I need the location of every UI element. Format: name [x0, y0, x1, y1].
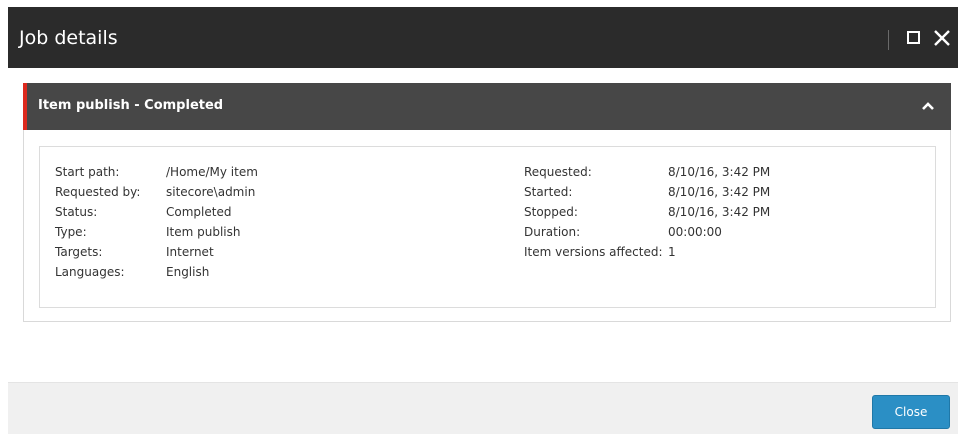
detail-label: Stopped: [524, 205, 578, 219]
detail-value: Internet [166, 245, 214, 259]
detail-label: Started: [524, 185, 573, 199]
dialog-titlebar: Job details [8, 7, 958, 68]
panel-header[interactable]: Item publish - Completed [23, 83, 951, 130]
maximize-icon[interactable] [907, 31, 920, 44]
detail-value: 8/10/16, 3:42 PM [668, 185, 771, 199]
detail-value: English [166, 265, 210, 279]
detail-label: Languages: [55, 265, 125, 279]
detail-value: Completed [166, 205, 232, 219]
detail-value: 1 [668, 245, 676, 259]
job-info-box: Start path: /Home/My item Requested by: … [39, 146, 936, 308]
detail-value: sitecore\admin [166, 185, 256, 199]
close-icon[interactable] [933, 29, 951, 47]
panel-title: Item publish - Completed [38, 98, 224, 113]
detail-label: Type: [55, 225, 87, 239]
detail-value: 8/10/16, 3:42 PM [668, 205, 771, 219]
job-panel: Item publish - Completed Start path: /Ho… [23, 83, 951, 322]
detail-label: Start path: [55, 165, 120, 179]
chevron-up-icon[interactable] [921, 99, 935, 113]
close-button[interactable]: Close [872, 395, 950, 429]
titlebar-separator [888, 30, 889, 50]
detail-label: Requested by: [55, 185, 141, 199]
detail-value: 00:00:00 [668, 225, 722, 239]
detail-value: 8/10/16, 3:42 PM [668, 165, 771, 179]
detail-label: Duration: [524, 225, 581, 239]
detail-value: Item publish [166, 225, 241, 239]
detail-label: Status: [55, 205, 98, 219]
dialog-title: Job details [19, 27, 118, 49]
detail-label: Item versions affected: [524, 245, 663, 259]
dialog-footer: Close [8, 382, 958, 434]
detail-label: Requested: [524, 165, 592, 179]
detail-value: /Home/My item [166, 165, 258, 179]
detail-label: Targets: [55, 245, 103, 259]
job-details-dialog: Job details Item publish - Completed Sta… [8, 7, 958, 434]
